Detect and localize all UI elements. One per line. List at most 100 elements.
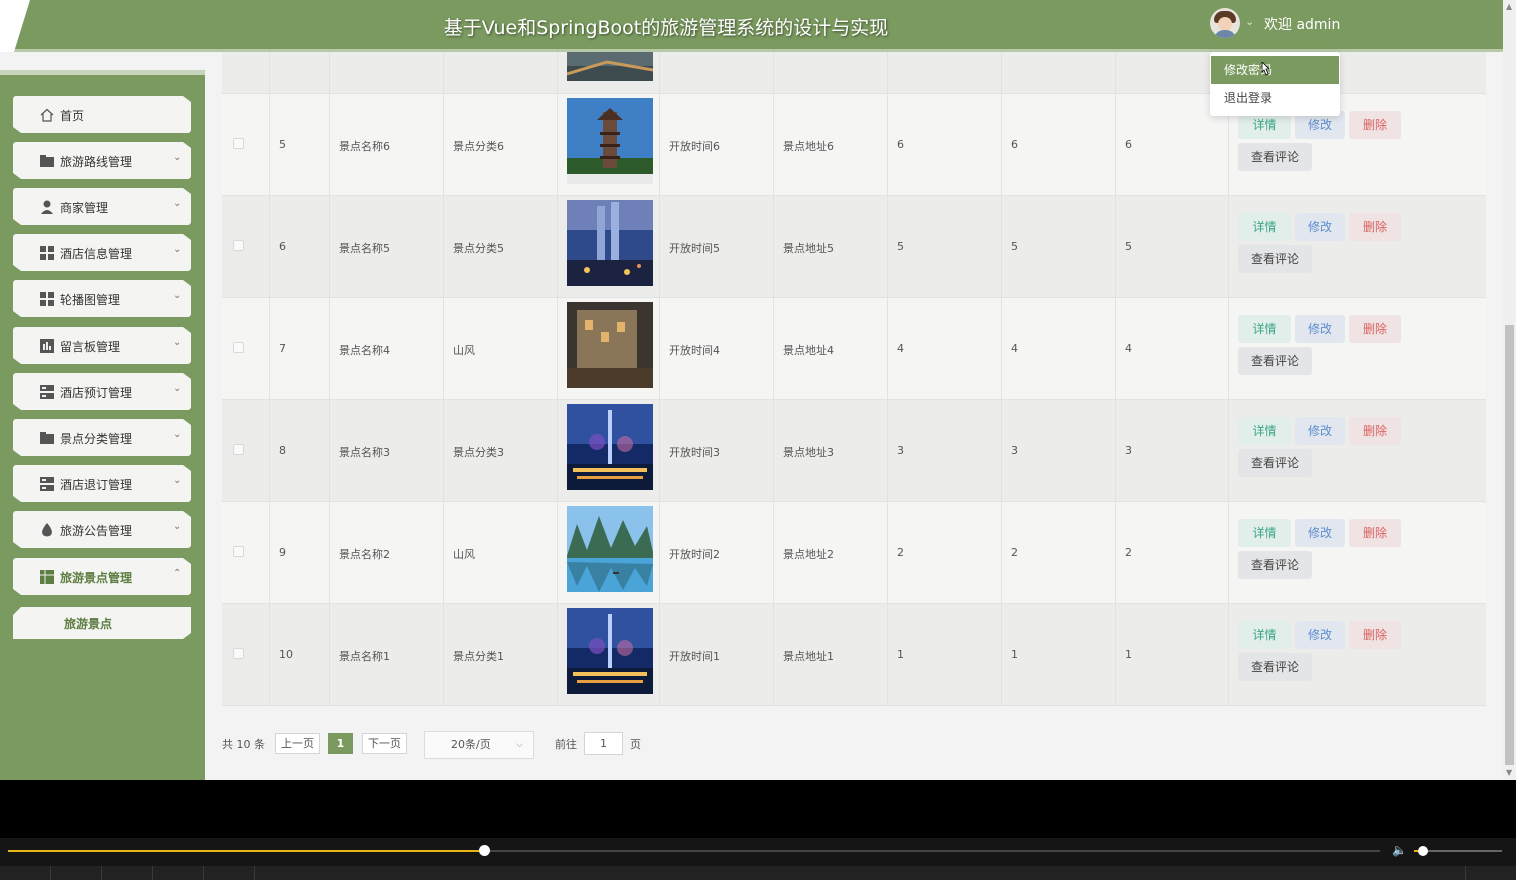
- app-window: 基于Vue和SpringBoot的旅游管理系统的设计与实现 ⌄ 欢迎 admin…: [0, 0, 1516, 780]
- drop-icon: [40, 522, 54, 537]
- user-dropdown-menu: 修改密码 退出登录: [1210, 52, 1340, 116]
- view-reviews-button[interactable]: 查看评论: [1238, 551, 1312, 579]
- cell-text: 开放时间2: [669, 548, 720, 561]
- sidebar-item-9[interactable]: 旅游公告管理 ⌄: [13, 511, 191, 548]
- chevron-down-icon: ⌄: [173, 521, 182, 532]
- sidebar-item-7[interactable]: 景点分类管理 ⌄: [13, 419, 191, 456]
- sidebar-item-4[interactable]: 轮播图管理 ⌄: [13, 280, 191, 317]
- detail-button[interactable]: 详情: [1238, 213, 1291, 241]
- edit-button[interactable]: 修改: [1295, 519, 1345, 547]
- next-page-button[interactable]: 下一页: [362, 733, 407, 754]
- server-icon: [40, 384, 54, 399]
- table-cell: 景点名称3: [330, 400, 444, 501]
- detail-button[interactable]: 详情: [1238, 519, 1291, 547]
- goto-label: 前往: [555, 738, 577, 751]
- scroll-down-arrow-icon[interactable]: ▼: [1506, 768, 1512, 777]
- view-reviews-button[interactable]: 查看评论: [1238, 653, 1312, 681]
- row-checkbox[interactable]: [233, 240, 244, 251]
- table-cell: 详情 修改 删除查看评论: [1229, 400, 1486, 501]
- view-reviews-button[interactable]: 查看评论: [1238, 143, 1312, 171]
- top-header: 基于Vue和SpringBoot的旅游管理系统的设计与实现 ⌄ 欢迎 admin: [0, 0, 1503, 52]
- table-cell: [558, 298, 660, 399]
- cell-text: 景点名称4: [339, 344, 390, 357]
- logout-menu-item[interactable]: 退出登录: [1211, 84, 1339, 112]
- volume-knob[interactable]: [1417, 846, 1428, 856]
- vertical-scrollbar[interactable]: ▲ ▼: [1503, 0, 1516, 780]
- sidebar-item-6[interactable]: 酒店预订管理 ⌄: [13, 373, 191, 410]
- cell-text: 10: [279, 648, 293, 661]
- sidebar-item-label: 酒店预订管理: [60, 386, 133, 400]
- page-size-select[interactable]: 20条/页 ⌵: [424, 731, 534, 759]
- view-reviews-button[interactable]: 查看评论: [1238, 245, 1312, 273]
- change-password-menu-item[interactable]: 修改密码: [1211, 56, 1339, 84]
- cell-text: 景点分类1: [453, 650, 504, 663]
- row-checkbox[interactable]: [233, 342, 244, 353]
- view-reviews-button[interactable]: 查看评论: [1238, 449, 1312, 477]
- detail-button[interactable]: 详情: [1238, 315, 1291, 343]
- cell-text: 5: [1011, 240, 1018, 253]
- welcome-text[interactable]: 欢迎 admin: [1264, 14, 1340, 34]
- row-checkbox[interactable]: [233, 546, 244, 557]
- sidebar-item-1[interactable]: 旅游路线管理 ⌄: [13, 142, 191, 179]
- view-reviews-button[interactable]: 查看评论: [1238, 347, 1312, 375]
- mouse-cursor-icon: [1261, 62, 1270, 76]
- row-checkbox[interactable]: [233, 444, 244, 455]
- delete-button[interactable]: 删除: [1349, 315, 1401, 343]
- avatar[interactable]: [1210, 8, 1240, 38]
- cell-text: 开放时间1: [669, 650, 720, 663]
- video-progress-track[interactable]: [8, 845, 1380, 856]
- detail-button[interactable]: 详情: [1238, 621, 1291, 649]
- current-page-button[interactable]: 1: [328, 733, 353, 754]
- cell-text: 景点地址2: [783, 548, 834, 561]
- table-cell: 5: [1002, 196, 1116, 297]
- edit-button[interactable]: 修改: [1295, 621, 1345, 649]
- chevron-down-icon: ⌄: [173, 198, 182, 209]
- table-cell: 开放时间3: [660, 400, 774, 501]
- grid-icon: [40, 245, 54, 260]
- table-cell: 2: [888, 502, 1002, 603]
- delete-button[interactable]: 删除: [1349, 111, 1401, 139]
- scroll-up-arrow-icon[interactable]: ▲: [1506, 2, 1512, 11]
- goto-page-input[interactable]: 1: [584, 732, 623, 755]
- edit-button[interactable]: 修改: [1295, 315, 1345, 343]
- chevron-down-icon: ⌄: [173, 152, 182, 163]
- edit-button[interactable]: 修改: [1295, 417, 1345, 445]
- edit-button[interactable]: 修改: [1295, 213, 1345, 241]
- sidebar-item-3[interactable]: 酒店信息管理 ⌄: [13, 234, 191, 271]
- video-progress-knob[interactable]: [479, 845, 491, 856]
- delete-button[interactable]: 删除: [1349, 417, 1401, 445]
- cell-text: 6: [897, 138, 904, 151]
- detail-button[interactable]: 详情: [1238, 417, 1291, 445]
- sidebar-item-2[interactable]: 商家管理 ⌄: [13, 188, 191, 225]
- sidebar-item-label: 旅游公告管理: [60, 524, 133, 538]
- chevron-down-icon[interactable]: ⌄: [1245, 15, 1254, 28]
- folder-icon: [40, 153, 54, 167]
- delete-button[interactable]: 删除: [1349, 213, 1401, 241]
- scrollbar-thumb[interactable]: [1505, 325, 1514, 765]
- row-checkbox[interactable]: [233, 138, 244, 149]
- cell-text: 3: [1011, 444, 1018, 457]
- table-cell: [222, 196, 270, 297]
- row-checkbox[interactable]: [233, 648, 244, 659]
- table-cell: 1: [1116, 604, 1229, 705]
- cell-text: 景点分类5: [453, 242, 504, 255]
- table-cell: 1: [1002, 604, 1116, 705]
- volume-slider[interactable]: [1414, 846, 1502, 856]
- delete-button[interactable]: 删除: [1349, 621, 1401, 649]
- delete-button[interactable]: 删除: [1349, 519, 1401, 547]
- cell-text: 开放时间4: [669, 344, 720, 357]
- chevron-up-icon: ⌃: [173, 568, 182, 579]
- pagination-total: 共 10 条: [222, 738, 265, 751]
- sidebar-item-5[interactable]: 留言板管理 ⌄: [13, 327, 191, 364]
- prev-page-button[interactable]: 上一页: [275, 733, 320, 754]
- table-cell: 景点分类1: [444, 604, 558, 705]
- sidebar-item-10[interactable]: 旅游景点管理 ⌃: [13, 558, 191, 595]
- sidebar-item-label: 旅游路线管理: [60, 155, 133, 169]
- cell-text: 景点地址3: [783, 446, 834, 459]
- sidebar-item-0[interactable]: 首页: [13, 96, 191, 133]
- volume-icon[interactable]: 🔈: [1392, 843, 1407, 857]
- chart-icon: [40, 338, 54, 353]
- video-player-controls: 🔈: [0, 838, 1516, 880]
- sidebar-subitem-scenic-spots[interactable]: 旅游景点: [13, 607, 191, 639]
- sidebar-item-8[interactable]: 酒店退订管理 ⌄: [13, 465, 191, 502]
